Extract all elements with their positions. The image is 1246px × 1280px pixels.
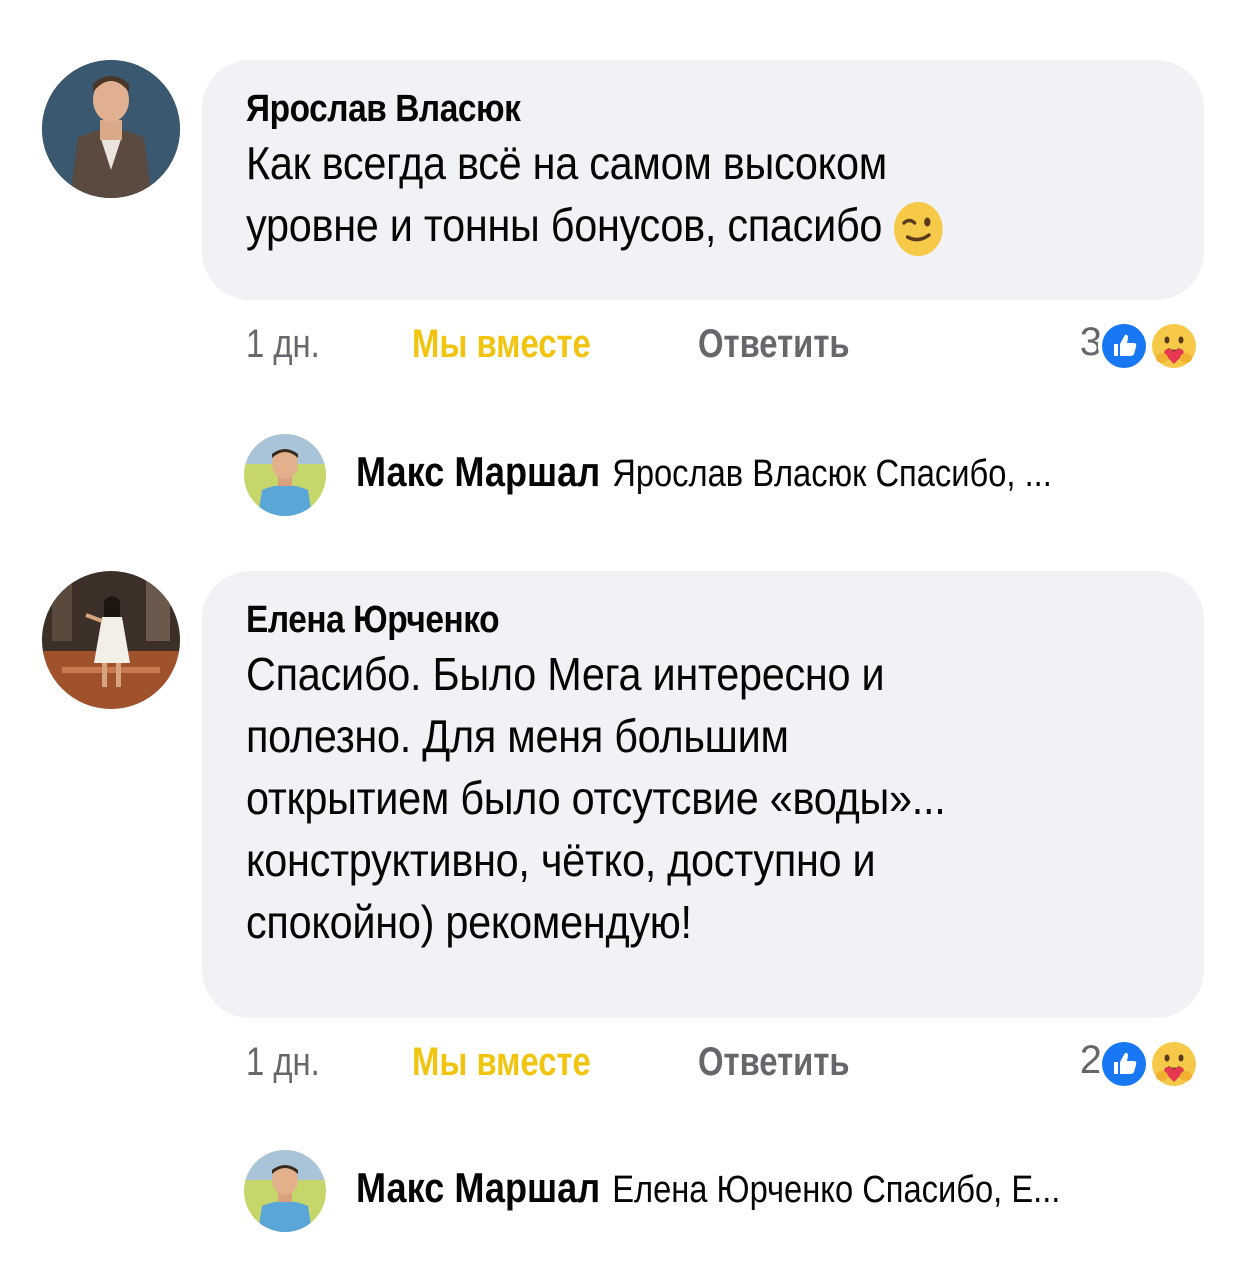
- comment-author[interactable]: Ярослав Власюк: [246, 86, 1050, 132]
- reply-preview[interactable]: Макс Маршал Ярослав Власюк Спасибо, ...: [244, 434, 1204, 518]
- comment-actions: 1 дн. Мы вместе Ответить 3: [246, 316, 1206, 376]
- together-button[interactable]: Мы вместе: [412, 322, 591, 367]
- comment-author[interactable]: Елена Юрченко: [246, 597, 1050, 643]
- avatar-yaroslav[interactable]: [42, 60, 180, 198]
- reply-preview-text: Елена Юрченко Спасибо, Е...: [612, 1169, 1061, 1211]
- reply-text: Макс Маршал Ярослав Власюк Спасибо, ...: [356, 446, 1052, 500]
- reactions-summary[interactable]: [1094, 316, 1206, 376]
- reply-preview[interactable]: Макс Маршал Елена Юрченко Спасибо, Е...: [244, 1150, 1204, 1234]
- reply-author[interactable]: Макс Маршал: [356, 448, 600, 495]
- reply-button[interactable]: Ответить: [698, 1040, 850, 1085]
- comment-bubble: Елена Юрченко Спасибо. Было Мега интерес…: [202, 571, 1204, 1018]
- like-reaction-icon: [1098, 1038, 1150, 1090]
- wink-emoji-icon: [893, 201, 943, 256]
- comment-text-content: Как всегда всё на самом высоком уровне и…: [246, 137, 887, 251]
- reply-author[interactable]: Макс Маршал: [356, 1164, 600, 1211]
- reply-preview-text: Ярослав Власюк Спасибо, ...: [612, 453, 1052, 495]
- reply-button[interactable]: Ответить: [698, 322, 850, 367]
- comment-actions: 1 дн. Мы вместе Ответить 2: [246, 1034, 1206, 1094]
- reactions-summary[interactable]: [1094, 1034, 1206, 1094]
- care-reaction-icon: [1148, 320, 1200, 372]
- comment-text: Как всегда всё на самом высоком уровне и…: [246, 132, 1164, 259]
- comment-time[interactable]: 1 дн.: [246, 1040, 320, 1085]
- comment-bubble: Ярослав Власюк Как всегда всё на самом в…: [202, 60, 1204, 300]
- avatar-maks[interactable]: [244, 434, 326, 516]
- together-button[interactable]: Мы вместе: [412, 1040, 591, 1085]
- comment-text: Спасибо. Было Мега интересно и полезно. …: [246, 648, 946, 948]
- avatar-elena[interactable]: [42, 571, 180, 709]
- comment-time[interactable]: 1 дн.: [246, 322, 320, 367]
- avatar-maks[interactable]: [244, 1150, 326, 1232]
- reply-text: Макс Маршал Елена Юрченко Спасибо, Е...: [356, 1162, 1060, 1216]
- like-reaction-icon: [1098, 320, 1150, 372]
- care-reaction-icon: [1148, 1038, 1200, 1090]
